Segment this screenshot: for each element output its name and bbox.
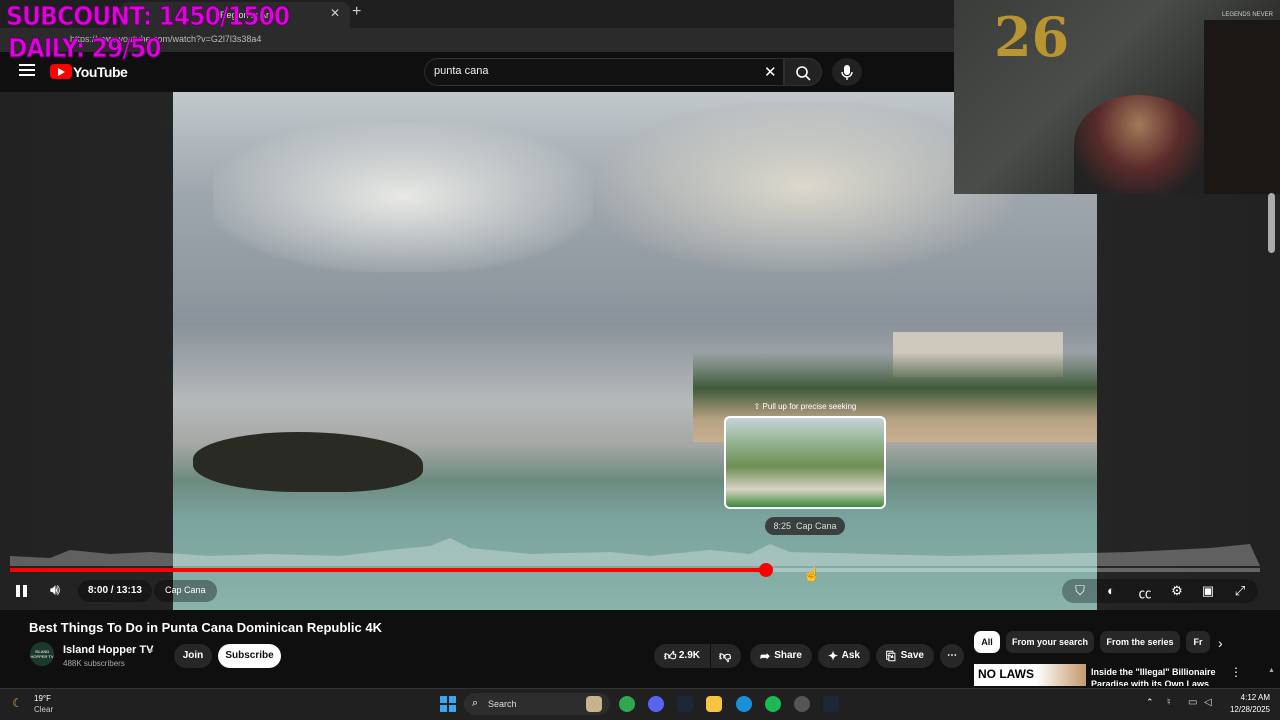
channel-avatar[interactable]: ISLAND HOPPER TV: [30, 642, 54, 666]
miniplayer-icon[interactable]: ▣: [1199, 583, 1217, 599]
progress-played: [10, 568, 767, 572]
speaker-icon[interactable]: ◁: [1204, 697, 1212, 708]
share-button[interactable]: ➦ Share: [750, 644, 812, 668]
volume-icon[interactable]: 🔊︎: [50, 582, 60, 600]
dislike-button[interactable]: 👎︎: [711, 644, 741, 668]
microphone-tray-icon[interactable]: ♮: [1167, 697, 1171, 708]
scrollbar-thumb[interactable]: [1268, 193, 1275, 253]
cloud: [593, 102, 1013, 272]
verified-icon: ●: [148, 645, 154, 655]
file-explorer-icon[interactable]: [706, 696, 722, 712]
edge-icon[interactable]: [736, 696, 752, 712]
pause-icon: [16, 585, 20, 597]
recommendation-thumbnail[interactable]: NO LAWS: [974, 664, 1086, 686]
taskbar-search-label[interactable]: Search: [488, 699, 517, 709]
chevron-right-icon[interactable]: ›: [1218, 635, 1223, 651]
search-button[interactable]: [784, 58, 822, 86]
right-controls-group: [1062, 579, 1258, 603]
clear-search-icon[interactable]: ✕: [764, 63, 777, 81]
daily-overlay: DAILY: 29/50: [8, 34, 163, 65]
steam-icon[interactable]: [677, 696, 693, 712]
thumbs-up-icon: 👍︎: [664, 649, 677, 663]
most-replayed-heatmap: [10, 538, 1260, 566]
webcam-overlay: LEGENDS NEVER 26: [954, 0, 1280, 194]
subscriber-count: 488K subscribers: [63, 659, 125, 668]
recommendation-title[interactable]: Inside the "Illegal" Billionaire Paradis…: [1091, 666, 1221, 686]
thumbs-down-icon: 👎︎: [719, 649, 732, 663]
shield-icon[interactable]: ⛉: [1071, 583, 1089, 599]
app-icon[interactable]: [794, 696, 810, 712]
share-icon: ➦: [760, 649, 771, 663]
streamer: [1074, 95, 1204, 194]
microphone-icon: [841, 65, 853, 80]
search-query[interactable]: punta cana: [434, 65, 488, 77]
clock-time[interactable]: 4:12 AM: [1234, 693, 1270, 702]
join-button[interactable]: Join: [174, 644, 212, 668]
save-button[interactable]: ⎘ Save: [876, 644, 934, 668]
windows-taskbar: [0, 688, 1280, 720]
spotify-icon[interactable]: [765, 696, 781, 712]
network-icon[interactable]: ▭: [1188, 697, 1197, 708]
search-highlight-icon: [586, 696, 602, 712]
settings-gear-icon[interactable]: ⚙: [1168, 583, 1186, 599]
chip-from-search[interactable]: From your search: [1006, 631, 1094, 653]
ask-button[interactable]: ✦ Ask: [818, 644, 870, 668]
chrome-icon[interactable]: [619, 696, 635, 712]
magnifier-icon: ⌕: [472, 697, 479, 709]
steam-alt-icon[interactable]: [823, 696, 839, 712]
scroll-up-icon[interactable]: ▲: [1268, 667, 1275, 674]
youtube-wordmark[interactable]: YouTube: [73, 64, 128, 80]
weather-temperature[interactable]: 19°F: [34, 694, 51, 703]
subcount-overlay: SUBCOUNT: 1450/1500: [6, 2, 291, 33]
subscribe-button[interactable]: Subscribe: [218, 644, 281, 668]
bookmark-icon: ⎘: [886, 649, 896, 663]
channel-name[interactable]: Island Hopper TV: [63, 644, 153, 656]
fullscreen-icon[interactable]: ⤢: [1231, 583, 1249, 599]
tab-close-icon[interactable]: ✕: [330, 6, 340, 20]
time-display: 8:00 / 13:13: [78, 580, 152, 602]
youtube-logo-icon[interactable]: [50, 64, 72, 79]
discord-icon[interactable]: [648, 696, 664, 712]
pause-button[interactable]: [16, 584, 32, 598]
clock-date[interactable]: 12/28/2025: [1222, 705, 1270, 714]
precise-seeking-hint: ⇧ Pull up for precise seeking: [753, 402, 857, 411]
windows-start-icon[interactable]: [440, 696, 456, 712]
cloud: [213, 122, 593, 272]
moon-icon[interactable]: ☾: [12, 696, 23, 710]
voice-search-button[interactable]: [832, 58, 862, 86]
seek-preview-label: 8:25 Cap Cana: [765, 517, 845, 535]
chip-all[interactable]: All: [974, 631, 1000, 653]
chip-partial[interactable]: Fr: [1186, 631, 1210, 653]
new-tab-icon[interactable]: +: [352, 3, 361, 21]
chip-from-series[interactable]: From the series: [1100, 631, 1180, 653]
search-icon: [796, 66, 811, 81]
weather-description[interactable]: Clear: [34, 705, 53, 714]
tray-chevron-up-icon[interactable]: ⌃: [1146, 697, 1154, 708]
rock-jetty: [193, 432, 423, 492]
number-balloon: 26: [994, 5, 1070, 69]
chapter-button[interactable]: Cap Cana: [154, 580, 217, 602]
like-button[interactable]: 👍︎ 2.9K: [654, 644, 710, 668]
kebab-menu-icon[interactable]: ⋮: [1230, 665, 1242, 679]
wall-banner: LEGENDS NEVER: [1222, 12, 1274, 18]
menu-icon[interactable]: [19, 64, 35, 78]
seek-preview-thumbnail: [724, 416, 886, 509]
captions-icon[interactable]: ㏄: [1136, 583, 1154, 602]
autoplay-toggle-icon[interactable]: ◐: [1102, 583, 1120, 598]
sparkle-icon: ✦: [828, 649, 839, 663]
more-actions-icon[interactable]: ⋯: [940, 644, 964, 668]
cabinet: [1204, 20, 1280, 194]
hand-cursor-icon: ☝: [803, 566, 821, 582]
video-title: Best Things To Do in Punta Cana Dominica…: [29, 620, 382, 635]
